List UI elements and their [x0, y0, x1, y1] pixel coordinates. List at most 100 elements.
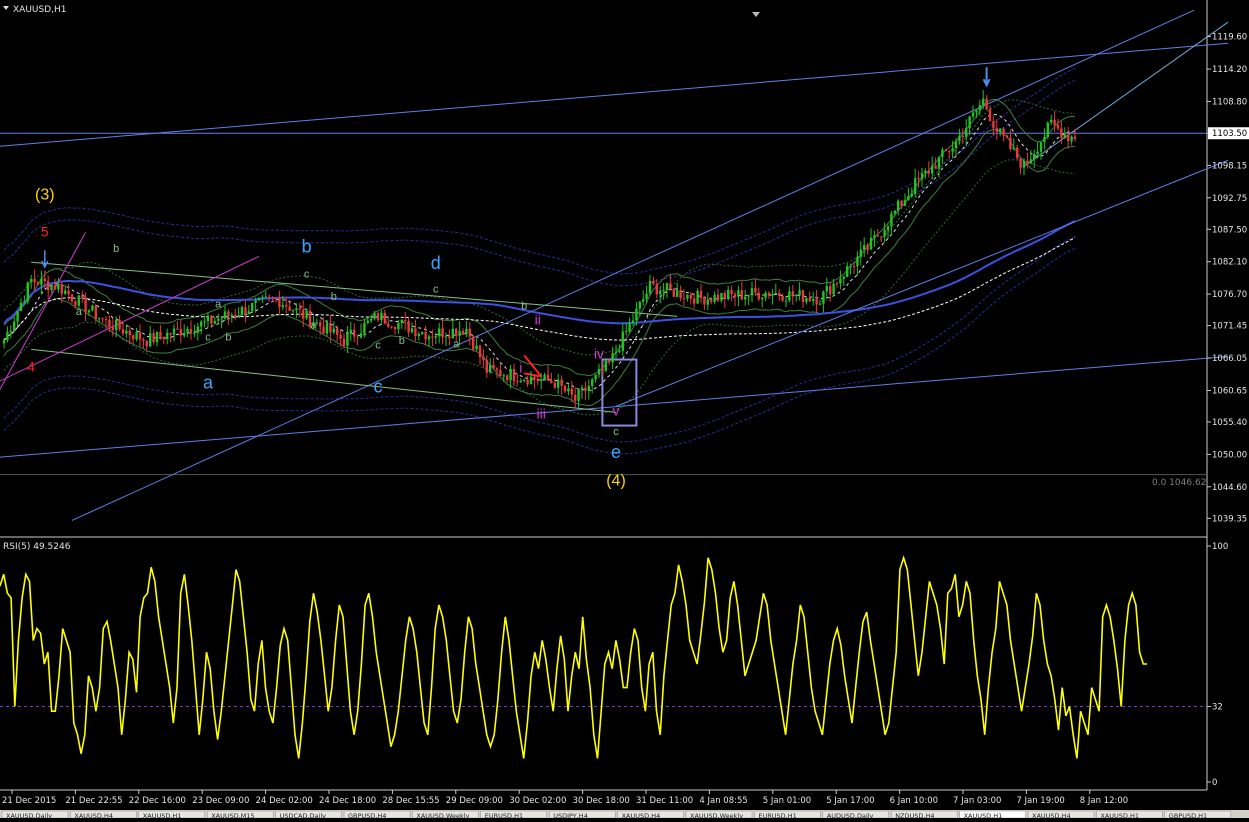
- candle-body: [478, 345, 482, 358]
- candle-body: [346, 333, 349, 346]
- candle-body: [744, 296, 747, 300]
- wave-label: c: [613, 426, 619, 438]
- candle-body: [176, 328, 179, 330]
- candle-body: [999, 128, 1002, 133]
- candle-body: [152, 333, 155, 343]
- candle-body: [169, 332, 172, 335]
- candle-body: [281, 305, 284, 308]
- chart-tab-label: EURUSD,H1: [758, 812, 796, 818]
- candle-body: [1050, 119, 1053, 123]
- candle-body: [240, 306, 244, 316]
- time-tick-label: 28 Dec 15:55: [382, 796, 439, 806]
- wave-label: 5: [41, 223, 49, 239]
- candle-body: [149, 333, 152, 347]
- candle-body: [332, 328, 335, 333]
- candle-body: [985, 98, 988, 110]
- candle-body: [217, 318, 220, 321]
- candle-body: [778, 292, 781, 296]
- candle-body: [574, 394, 577, 401]
- candle-body: [186, 329, 189, 334]
- candle-body: [529, 376, 533, 385]
- wave-label: b: [113, 243, 119, 255]
- candle-body: [730, 290, 733, 295]
- candle-body: [764, 292, 767, 298]
- candle-body: [166, 332, 169, 340]
- time-tick-label: 7 Jan 03:00: [953, 796, 1001, 806]
- candle-body: [1022, 160, 1026, 168]
- candle-body: [353, 329, 356, 337]
- symbol-title: XAUUSD,H1: [13, 5, 67, 15]
- candle-body: [975, 110, 978, 113]
- wave-label: ii: [535, 312, 541, 328]
- rsi-tick-label: 32: [1212, 702, 1223, 712]
- candle-body: [94, 305, 97, 320]
- candle-body: [64, 290, 67, 294]
- candle-body: [808, 298, 811, 302]
- candle-body: [162, 336, 165, 340]
- wave-label: i: [519, 360, 522, 376]
- candle-body: [876, 235, 879, 237]
- candle-body: [298, 308, 301, 310]
- candle-body: [325, 322, 329, 334]
- candle-body: [852, 266, 856, 268]
- candle-body: [1026, 160, 1029, 164]
- rsi-tick-label: 0: [1212, 778, 1217, 788]
- time-tick-label: 21 Dec 2015: [2, 796, 56, 806]
- candle-body: [210, 315, 213, 324]
- chart-tab-label: XAUUSD,H4: [74, 812, 113, 818]
- price-tick-label: 1114.20: [1212, 65, 1247, 75]
- candle-body: [302, 309, 305, 319]
- wave-label: a: [215, 298, 222, 310]
- candle-body: [740, 290, 743, 300]
- candle-body: [825, 286, 828, 292]
- price-tick-label: 1066.05: [1212, 354, 1247, 364]
- candle-body: [601, 369, 604, 371]
- candle-body: [359, 333, 363, 338]
- candle-body: [567, 388, 570, 392]
- rsi-title: RSI(5) 49.5246: [3, 542, 71, 552]
- candle-body: [111, 326, 114, 331]
- candle-body: [288, 306, 291, 311]
- candle-body: [954, 141, 958, 149]
- time-tick-label: 23 Dec 09:00: [192, 796, 249, 806]
- candle-body: [580, 387, 584, 391]
- candle-body: [414, 328, 417, 336]
- candle-body: [458, 330, 461, 336]
- candle-body: [577, 390, 580, 401]
- time-tick-label: 30 Dec 18:00: [573, 796, 630, 806]
- candle-body: [863, 245, 866, 250]
- price-tick-label: 1087.50: [1212, 225, 1247, 235]
- candle-body: [1063, 134, 1066, 138]
- candle-body: [492, 364, 495, 369]
- candle-body: [1046, 122, 1049, 137]
- candle-body: [968, 116, 971, 129]
- candle-body: [829, 286, 832, 295]
- candle-body: [268, 296, 271, 298]
- candle-body: [645, 293, 648, 300]
- candle-body: [47, 281, 50, 291]
- candle-body: [125, 330, 128, 334]
- candle-body: [1070, 136, 1073, 142]
- candle-body: [1073, 136, 1077, 140]
- candle-body: [1002, 128, 1005, 136]
- candle-body: [553, 382, 556, 388]
- candle-body: [305, 310, 308, 319]
- candle-body: [87, 310, 91, 313]
- candle-body: [669, 283, 672, 289]
- candle-body: [506, 375, 509, 381]
- wave-label: (4): [606, 473, 626, 490]
- chart-tab-label: XAUUSD,Daily: [6, 812, 52, 818]
- price-tick-label: 1119.60: [1212, 33, 1247, 43]
- chart-tab-label: XAUUSD,H4: [1032, 812, 1071, 818]
- candle-body: [342, 338, 346, 346]
- candle-body: [6, 331, 9, 341]
- wave-label: c: [374, 377, 383, 397]
- wave-label: b: [399, 335, 405, 347]
- chart-tab-label: XAUUSD,H1: [1100, 812, 1139, 818]
- chart-tab-label: XAUUSD,M15: [211, 812, 255, 818]
- candle-body: [961, 136, 964, 138]
- candle-body: [495, 368, 499, 371]
- candle-body: [512, 369, 516, 382]
- chart-tab-label: GBPUSD,H4: [348, 812, 386, 818]
- wave-label: (3): [35, 186, 55, 203]
